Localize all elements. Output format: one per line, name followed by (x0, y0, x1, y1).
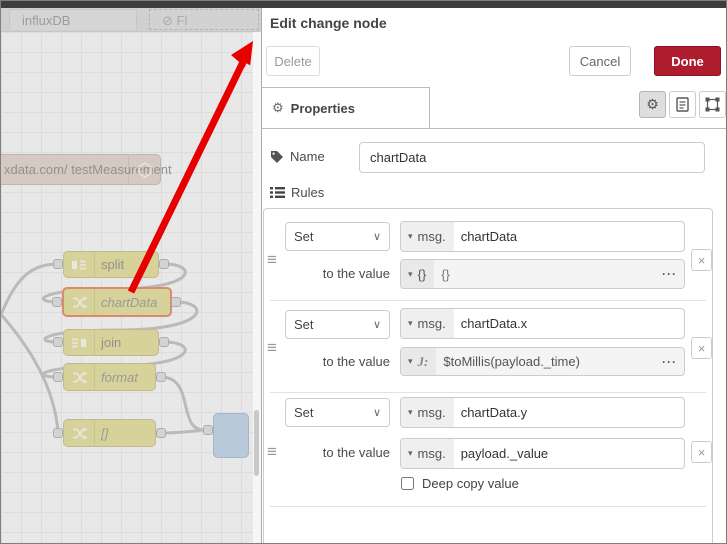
type-select-msg[interactable]: ▾ msg. (401, 222, 454, 251)
rule1-delete-button[interactable]: × (691, 249, 712, 271)
node-influxdb-in[interactable]: xdata.com/ testMeasurement (1, 154, 172, 185)
deep-copy-checkbox[interactable] (401, 477, 414, 490)
chevron-down-icon: ∨ (372, 319, 381, 331)
deep-copy-label: Deep copy value (422, 476, 519, 491)
appearance-view-button[interactable] (699, 91, 726, 118)
rule-drag-handle[interactable]: ≡ (267, 250, 277, 270)
name-field-label: Name (270, 149, 325, 164)
gear-icon: ⚙ (646, 96, 659, 112)
type-select-msg[interactable]: ▾ msg. (401, 398, 454, 427)
rule1-action-select[interactable]: Set ∨ (285, 222, 390, 251)
node-array-change[interactable]: [] (63, 419, 156, 447)
port[interactable] (156, 372, 166, 382)
name-input[interactable]: chartData (359, 142, 705, 173)
caret-down-icon: ▾ (408, 356, 413, 366)
expand-editor-button[interactable]: ··· (655, 348, 684, 375)
flow-tab-disabled[interactable]: ⊘ Fl (149, 9, 259, 30)
port[interactable] (203, 425, 213, 435)
rule-drag-handle[interactable]: ≡ (267, 338, 277, 358)
rule1-value-input[interactable]: ▾{} {} ··· (400, 259, 685, 289)
port[interactable] (156, 428, 166, 438)
rule-divider (270, 506, 706, 507)
rule2-action-select[interactable]: Set ∨ (285, 310, 390, 339)
scrollbar-thumb[interactable] (254, 410, 259, 476)
node-red-window: influxDB ⊘ Fl xdata.com/ testMeasurement (0, 0, 727, 544)
rule-divider (270, 300, 706, 301)
description-view-button[interactable] (669, 91, 696, 118)
to-the-value-label: to the value (322, 445, 390, 460)
rule1-property-input[interactable]: ▾ msg. chartData (400, 221, 685, 252)
done-button[interactable]: Done (654, 46, 721, 76)
flow-workspace: influxDB ⊘ Fl xdata.com/ testMeasurement (1, 8, 261, 543)
change-icon (64, 364, 95, 390)
gear-icon: ⚙ (272, 100, 284, 115)
chevron-down-icon: ∨ (372, 231, 381, 243)
type-select-jsonata[interactable]: ▾ J: (401, 348, 437, 375)
list-icon (270, 187, 285, 198)
node-join[interactable]: join (63, 329, 159, 356)
port[interactable] (53, 372, 63, 382)
caret-down-icon: ▾ (408, 318, 413, 328)
caret-down-icon: ▾ (408, 268, 413, 279)
document-icon (676, 97, 689, 112)
workspace-scrollbar[interactable] (253, 32, 261, 543)
port[interactable] (159, 259, 169, 269)
node-split[interactable]: split (63, 251, 159, 278)
to-the-value-label: to the value (322, 266, 390, 281)
header-bar (1, 1, 726, 8)
rule3-delete-button[interactable]: × (691, 441, 712, 463)
tag-icon (271, 150, 283, 163)
port[interactable] (171, 297, 181, 307)
cancel-button[interactable]: Cancel (569, 46, 631, 76)
rule3-value-input[interactable]: ▾ msg. payload._value (400, 438, 685, 469)
rule2-property-input[interactable]: ▾ msg. chartData.x (400, 308, 685, 339)
port[interactable] (52, 297, 62, 307)
flow-tab-influxdb[interactable]: influxDB (9, 9, 137, 30)
chevron-down-icon: ∨ (372, 407, 381, 419)
rule2-delete-button[interactable]: × (691, 337, 712, 359)
rule2-value-input[interactable]: ▾ J: $toMillis(payload._time) ··· (400, 347, 685, 376)
rule3-action-select[interactable]: Set ∨ (285, 398, 390, 427)
properties-view-button[interactable]: ⚙ (639, 91, 666, 118)
to-the-value-label: to the value (322, 354, 390, 369)
port[interactable] (159, 337, 169, 347)
disabled-flow-icon: ⊘ (162, 13, 173, 28)
node-chart-dashboard[interactable] (213, 413, 249, 458)
type-select-msg[interactable]: ▾ msg. (401, 309, 454, 338)
frame-icon (705, 97, 720, 112)
rules-section-label: Rules (270, 185, 324, 200)
port[interactable] (53, 428, 63, 438)
join-icon (64, 330, 95, 355)
edit-change-node-tray: Edit change node Delete Cancel Done ⚙ Pr… (261, 8, 726, 543)
change-icon (64, 420, 95, 446)
caret-down-icon: ▾ (408, 231, 413, 241)
deep-copy-row: Deep copy value (401, 476, 519, 491)
node-chartdata-change[interactable]: chartData (62, 287, 172, 317)
node-format-change[interactable]: format (63, 363, 156, 391)
flow-tab-bar: influxDB ⊘ Fl (1, 8, 261, 32)
port[interactable] (53, 337, 63, 347)
caret-down-icon: ▾ (408, 407, 413, 417)
port[interactable] (53, 259, 63, 269)
type-select-json[interactable]: ▾{} (401, 260, 435, 288)
type-select-msg[interactable]: ▾ msg. (401, 439, 454, 468)
change-icon (64, 289, 95, 315)
delete-button[interactable]: Delete (266, 46, 320, 76)
expand-editor-button[interactable]: ··· (655, 260, 684, 288)
caret-down-icon: ▾ (408, 448, 413, 458)
tab-properties[interactable]: ⚙ Properties (262, 87, 430, 129)
rule-drag-handle[interactable]: ≡ (267, 442, 277, 462)
rule3-property-input[interactable]: ▾ msg. chartData.y (400, 397, 685, 428)
split-icon (64, 252, 95, 277)
influxdb-icon (128, 155, 160, 184)
tray-title: Edit change node (270, 15, 387, 31)
rule-divider (270, 392, 706, 393)
